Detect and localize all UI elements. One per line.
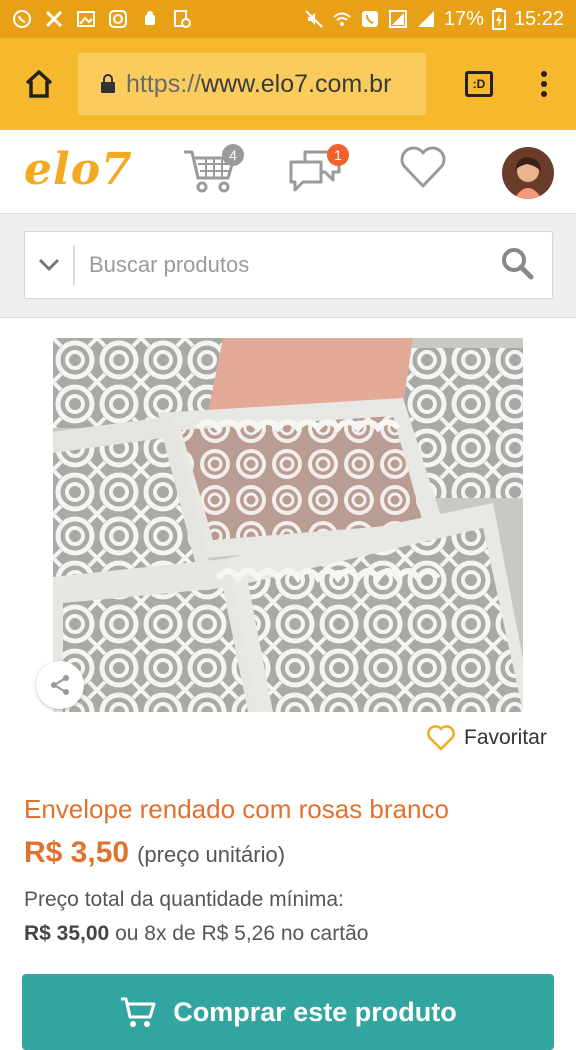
category-dropdown[interactable] <box>25 245 75 285</box>
whatsapp-icon <box>13 10 31 28</box>
unit-price: R$ 3,50 <box>24 836 130 869</box>
elo7-logo[interactable]: elo7 <box>24 144 133 195</box>
browser-toolbar: https://www.elo7.com.br :D <box>0 38 576 130</box>
home-icon <box>25 70 53 98</box>
signal-bars-icon <box>417 11 434 27</box>
buy-button[interactable]: Comprar este produto <box>22 974 554 1050</box>
clock: 15:22 <box>513 7 564 30</box>
favorites-button[interactable] <box>398 144 460 200</box>
battery-percent: 17% <box>443 7 484 30</box>
heart-outline-icon <box>427 725 455 751</box>
chevron-down-icon <box>38 258 60 272</box>
instagram-icon <box>109 10 127 28</box>
search-section <box>0 214 576 318</box>
share-icon <box>51 675 69 695</box>
call-icon <box>361 11 378 27</box>
tools-icon <box>45 10 63 28</box>
installments-text: ou 8x de R$ 5,26 no cartão <box>115 922 369 945</box>
total-price: R$ 35,00 <box>24 922 110 945</box>
overflow-menu-button[interactable] <box>524 38 564 130</box>
search-icon <box>502 247 534 279</box>
tabs-button[interactable]: :D <box>434 38 524 130</box>
user-avatar[interactable] <box>502 147 554 199</box>
battery-charging-icon <box>491 8 506 30</box>
gallery-icon <box>77 11 95 27</box>
url-host: www.elo7.com.br <box>201 69 392 98</box>
share-button[interactable] <box>36 661 84 709</box>
total-price-line: R$ 35,00 ou 8x de R$ 5,26 no cartão <box>24 922 368 946</box>
search-box <box>24 231 553 299</box>
url-scheme: https:// <box>126 69 202 98</box>
unit-price-note: (preço unitário) <box>137 842 286 867</box>
signal-icon <box>388 10 407 28</box>
cart-button[interactable]: 4 <box>182 144 244 200</box>
android-icon <box>145 11 155 25</box>
more-vert-icon <box>541 71 547 97</box>
heart-icon <box>400 146 446 188</box>
status-bar: 17% 15:22 <box>0 0 576 38</box>
messages-button[interactable]: 1 <box>287 144 349 200</box>
messages-count-badge: 1 <box>327 144 349 166</box>
avatar-photo <box>502 147 554 199</box>
lock-icon <box>101 74 115 93</box>
favorite-label: Favoritar <box>464 726 547 749</box>
product-title: Envelope rendado com rosas branco <box>24 794 449 824</box>
buy-label: Comprar este produto <box>173 996 457 1027</box>
price-line: R$ 3,50 (preço unitário) <box>24 836 285 870</box>
wifi-icon <box>333 12 351 26</box>
product-image[interactable] <box>53 338 523 712</box>
site-header: elo7 4 1 <box>0 130 576 214</box>
search-input[interactable] <box>89 252 469 278</box>
total-price-label: Preço total da quantidade mínima: <box>24 888 344 911</box>
mute-icon <box>305 10 323 28</box>
file-sync-icon <box>174 10 191 28</box>
favorite-link[interactable]: Favoritar <box>426 724 547 752</box>
cart-count-badge: 4 <box>222 144 244 166</box>
lace-envelope-photo <box>53 338 523 712</box>
home-button[interactable] <box>0 38 78 130</box>
search-button[interactable] <box>500 246 534 285</box>
tabs-count: :D <box>465 71 493 97</box>
address-bar[interactable]: https://www.elo7.com.br <box>78 53 426 115</box>
